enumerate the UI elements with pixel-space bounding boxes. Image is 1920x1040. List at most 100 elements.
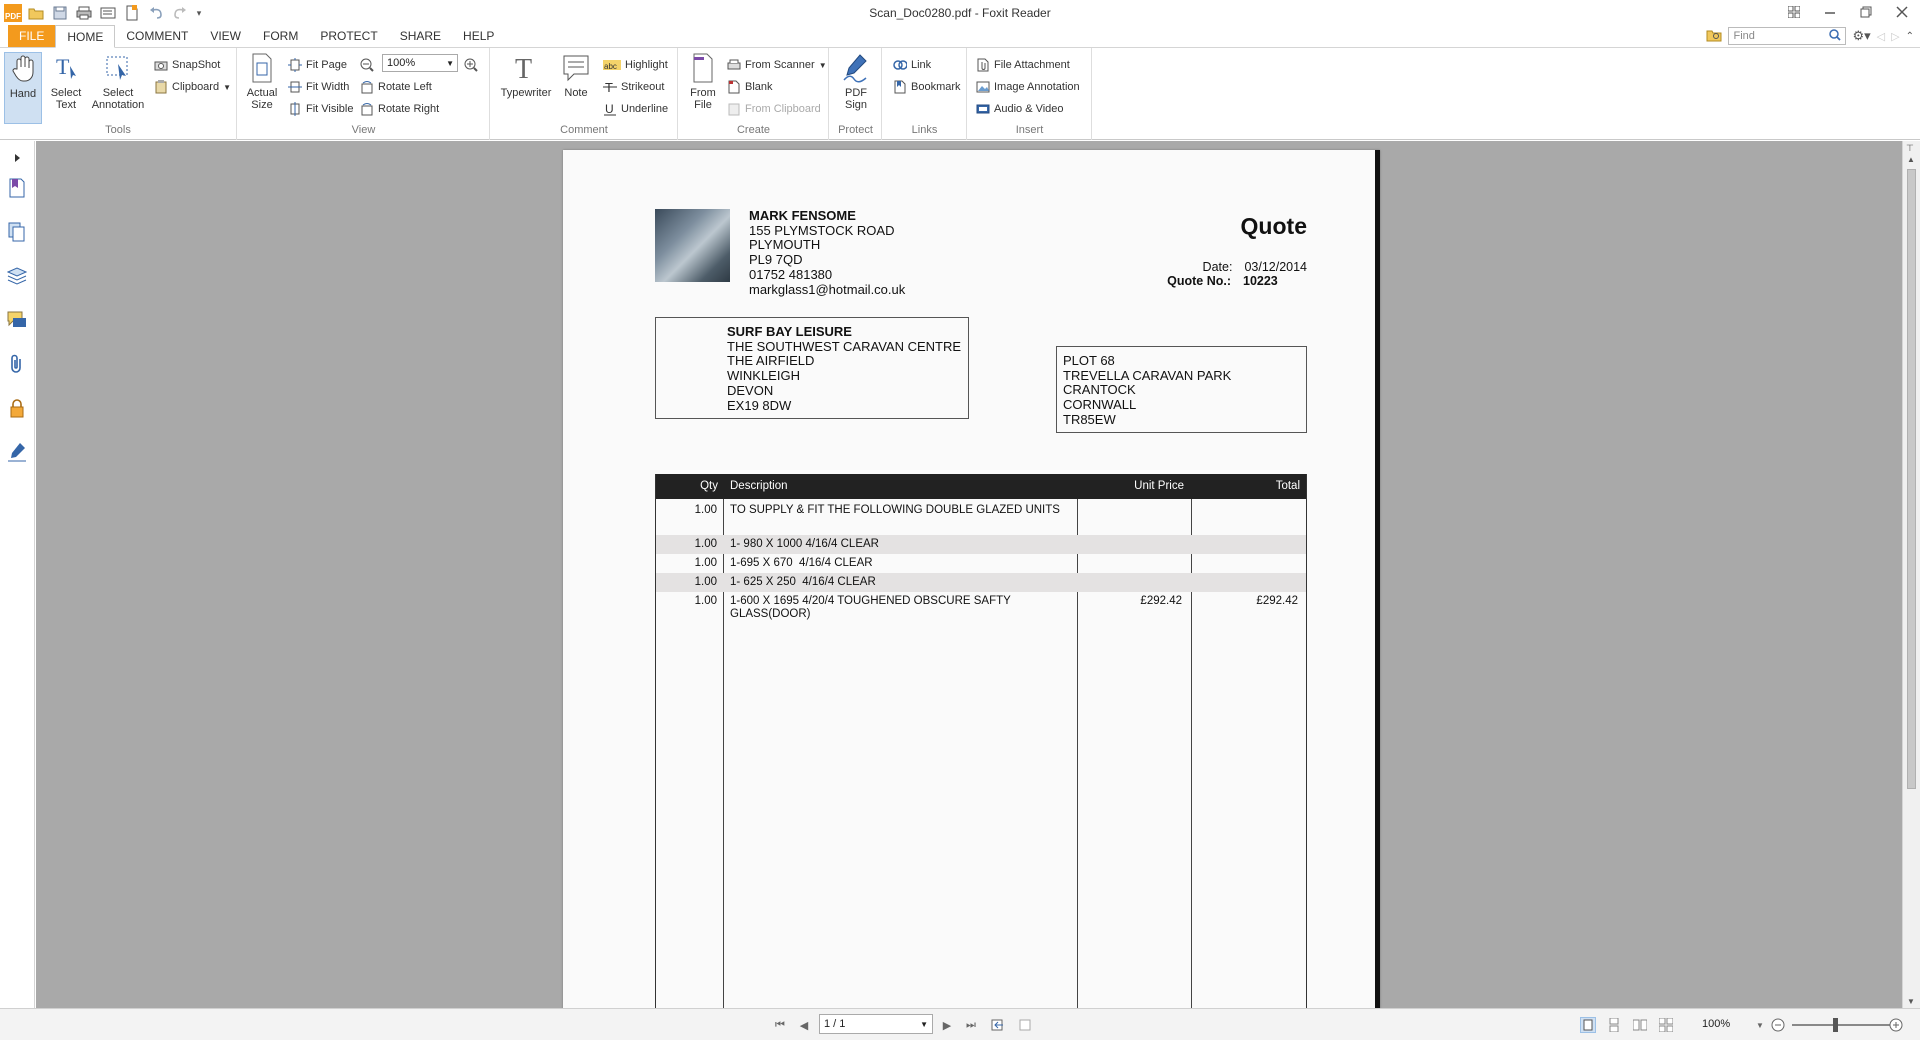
from-clipboard-button[interactable]: From Clipboard [727, 100, 821, 118]
video-icon [976, 102, 990, 116]
tab-protect[interactable]: PROTECT [309, 25, 388, 47]
tab-file[interactable]: FILE [8, 25, 56, 47]
select-text-button[interactable]: T Select Text [48, 52, 84, 111]
tab-comment[interactable]: COMMENT [115, 25, 199, 47]
from-file-button[interactable]: From File [687, 52, 719, 111]
fit-width-button[interactable]: Fit Width [288, 78, 349, 96]
snapshot-button[interactable]: SnapShot [154, 56, 220, 74]
blank-button[interactable]: Blank [727, 78, 773, 96]
scroll-down-icon[interactable]: ▼ [1907, 997, 1915, 1006]
quote-no-row: Quote No.: 10223 [1167, 274, 1307, 288]
search-icon[interactable] [1829, 28, 1842, 44]
zoom-out-icon[interactable] [360, 56, 374, 74]
hand-tool-button[interactable]: Hand [4, 52, 42, 124]
ribbon-display-icon[interactable] [1776, 0, 1812, 24]
find-folder-icon[interactable] [1706, 28, 1722, 45]
continuous-facing-view-icon[interactable] [1658, 1017, 1674, 1033]
strikeout-button[interactable]: T Strikeout [603, 78, 664, 96]
scrollbar-thumb[interactable] [1907, 169, 1916, 789]
find-placeholder: Find [1733, 30, 1755, 42]
select-annotation-button[interactable]: Select Annotation [88, 52, 148, 111]
previous-result-icon[interactable]: ◁ [1877, 30, 1885, 43]
redo-icon[interactable] [170, 3, 190, 23]
quote-items-table: Qty Description Unit Price Total 1.00 TO… [655, 474, 1307, 1008]
zoom-out-icon[interactable] [1770, 1017, 1786, 1033]
rotate-right-button[interactable]: Rotate Right [360, 100, 439, 118]
print-icon[interactable] [74, 3, 94, 23]
minimize-icon[interactable] [1812, 0, 1848, 24]
audio-video-button[interactable]: Audio & Video [976, 100, 1064, 118]
find-input[interactable]: Find [1728, 27, 1847, 45]
typewriter-button[interactable]: T Typewriter [497, 52, 555, 99]
strikeout-label: Strikeout [621, 81, 665, 93]
bookmark-button[interactable]: Bookmark [893, 78, 961, 96]
properties-icon[interactable] [98, 3, 118, 23]
rotate-left-button[interactable]: Rotate Left [360, 78, 432, 96]
actual-size-label: Actual Size [246, 87, 278, 111]
expand-panel-icon[interactable] [7, 147, 27, 169]
image-annotation-button[interactable]: Image Annotation [976, 78, 1080, 96]
split-view-icon[interactable]: ⊤ [1906, 143, 1914, 154]
app-logo-icon[interactable]: PDF [4, 4, 22, 22]
signatures-panel-icon[interactable] [7, 441, 27, 463]
zoom-slider-thumb[interactable] [1833, 1018, 1838, 1032]
underline-button[interactable]: U Underline [603, 100, 668, 118]
scroll-up-icon[interactable]: ▲ [1907, 155, 1915, 164]
note-button[interactable]: Note [559, 52, 593, 99]
bookmarks-panel-icon[interactable] [7, 177, 27, 199]
tab-form[interactable]: FORM [252, 25, 309, 47]
undo-icon[interactable] [146, 3, 166, 23]
attachments-panel-icon[interactable] [7, 353, 27, 375]
bill-to-box: SURF BAY LEISURE THE SOUTHWEST CARAVAN C… [655, 317, 969, 419]
zoom-slider[interactable] [1792, 1024, 1892, 1026]
pdf-sign-button[interactable]: PDF Sign [838, 52, 874, 111]
clipboard-label: Clipboard [172, 81, 220, 93]
pages-panel-icon[interactable] [7, 221, 27, 243]
customize-qat-icon[interactable]: ▾ [194, 3, 204, 23]
security-lock-icon[interactable] [7, 397, 27, 419]
next-view-icon[interactable] [1016, 1017, 1032, 1033]
new-doc-icon[interactable] [122, 3, 142, 23]
open-icon[interactable] [26, 3, 46, 23]
rotate-left-label: Rotate Left [378, 81, 432, 93]
actual-size-button[interactable]: Actual Size [244, 52, 280, 111]
next-page-icon[interactable]: ▶ [939, 1017, 955, 1033]
sender-email: markglass1@hotmail.co.uk [749, 281, 906, 297]
tab-share[interactable]: SHARE [389, 25, 452, 47]
zoom-select[interactable]: 100% ▼ [382, 54, 458, 72]
facing-view-icon[interactable] [1632, 1017, 1648, 1033]
from-scanner-button[interactable]: From Scanner ▼ [727, 56, 827, 74]
continuous-view-icon[interactable] [1606, 1017, 1622, 1033]
bookmark-icon [893, 80, 907, 94]
clipboard-button[interactable]: Clipboard ▼ [154, 78, 231, 96]
fit-visible-button[interactable]: Fit Visible [288, 100, 353, 118]
tab-view[interactable]: VIEW [199, 25, 252, 47]
layers-panel-icon[interactable] [7, 265, 27, 287]
ship-to-address: PLOT 68 TREVELLA CARAVAN PARK CRANTOCK C… [1063, 353, 1231, 428]
zoom-level[interactable]: 100% [1702, 1018, 1730, 1030]
close-icon[interactable] [1884, 0, 1920, 24]
comments-panel-icon[interactable] [7, 309, 27, 331]
link-button[interactable]: Link [893, 56, 931, 74]
single-page-view-icon[interactable] [1580, 1017, 1596, 1033]
previous-view-icon[interactable] [990, 1017, 1006, 1033]
group-view: Actual Size Fit Page Fit Width Fit Visib… [238, 48, 490, 140]
file-attachment-button[interactable]: File Attachment [976, 56, 1070, 74]
save-icon[interactable] [50, 3, 70, 23]
collapse-ribbon-icon[interactable]: ⌃ [1906, 31, 1914, 42]
previous-page-icon[interactable]: ◀ [796, 1017, 812, 1033]
restore-icon[interactable] [1848, 0, 1884, 24]
fit-page-button[interactable]: Fit Page [288, 56, 347, 74]
first-page-icon[interactable]: ⏮ [772, 1017, 788, 1033]
vertical-scrollbar[interactable]: ⊤ ▲ ▼ [1902, 141, 1920, 1008]
next-result-icon[interactable]: ▷ [1891, 30, 1899, 43]
last-page-icon[interactable]: ⏭ [963, 1017, 979, 1033]
page-number-input[interactable]: 1 / 1 ▼ [819, 1014, 933, 1034]
tab-help[interactable]: HELP [452, 25, 505, 47]
zoom-dropdown-icon[interactable]: ▼ [1752, 1017, 1768, 1033]
settings-gear-icon[interactable]: ⚙▾ [1852, 28, 1870, 44]
tab-home[interactable]: HOME [55, 25, 116, 48]
zoom-in-icon[interactable] [1888, 1017, 1904, 1033]
zoom-in-icon[interactable] [464, 56, 478, 74]
highlight-button[interactable]: abc Highlight [603, 56, 668, 74]
